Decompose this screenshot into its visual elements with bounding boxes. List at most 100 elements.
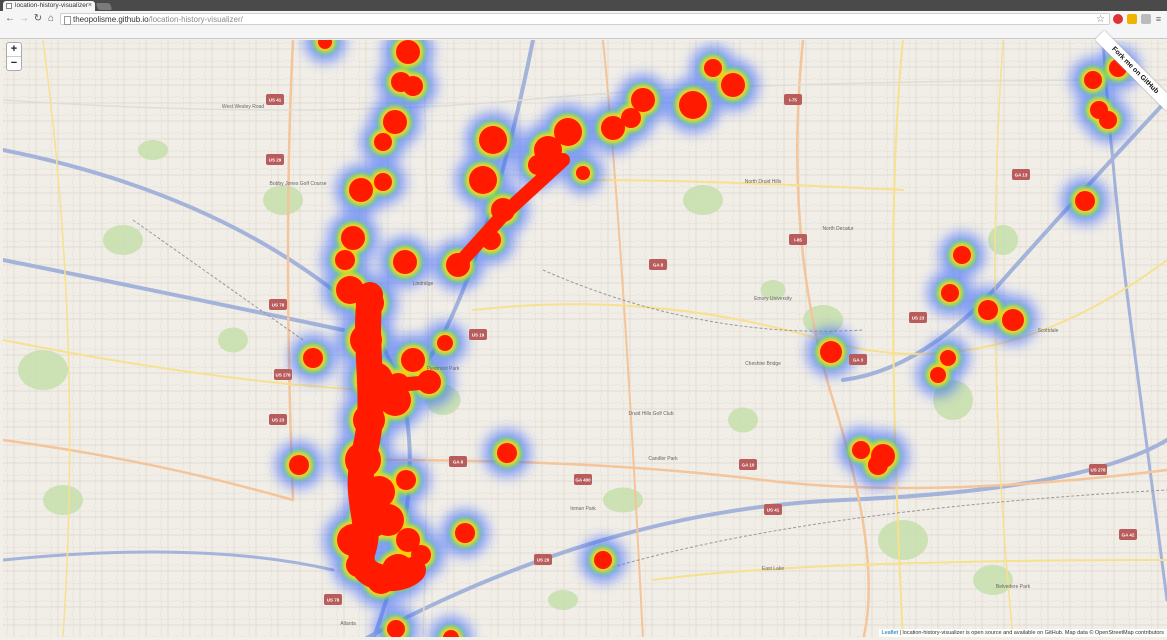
route-shield-label: GA 10 [742,463,755,468]
heat-spot [868,455,888,475]
route-shield-label: US 78 [327,598,340,603]
park-area [988,225,1018,255]
place-label: Scottdale [1038,328,1059,334]
route-shield-label: GA 3 [853,358,864,363]
url-path: /location-history-visualizer/ [148,15,243,24]
page-icon [64,16,71,25]
route-shield-label: GA 400 [575,478,591,483]
park-area [548,590,578,610]
zoom-out-button[interactable]: − [7,57,21,70]
bookmark-bar [0,28,1167,38]
heat-spot [1084,71,1102,89]
heat-spot [374,173,392,191]
route-shield-label: I-75 [789,98,797,103]
park-area [263,185,303,215]
route-shield-label: US 29 [537,558,550,563]
heat-spot [396,40,420,64]
zoom-control: + − [6,42,22,71]
heat-spot [704,59,722,77]
route-shield-label: US 278 [1090,468,1106,473]
place-label: Piedmont Park [427,366,460,372]
leaflet-link[interactable]: Leaflet [882,630,899,636]
heat-spot [303,348,323,368]
heat-spot [1002,309,1024,331]
heat-spot [721,73,745,97]
place-label: Druid Hills Golf Club [628,411,673,417]
heat-spot [820,341,842,363]
heat-spot [393,250,417,274]
heat-spot [576,166,590,180]
route-shield-label: US 29 [269,158,282,163]
heat-spot [621,108,641,128]
heat-spot [341,226,365,250]
forward-button[interactable]: → [18,13,30,25]
heat-spot [1099,111,1117,129]
route-shield-label: US 23 [912,316,925,321]
bookmark-star-icon[interactable]: ☆ [1096,14,1105,26]
place-label: North Druid Hills [745,179,782,185]
park-area [683,185,723,215]
adblock-extension-icon[interactable] [1113,14,1123,24]
park-area [138,140,168,160]
map-attribution: Leaflet | location-history-visualizer is… [878,629,1167,637]
extension-icon[interactable] [1141,14,1151,24]
route-shield-label: US 41 [767,508,780,513]
menu-icon[interactable]: ≡ [1154,14,1163,24]
bookmark-extension-icon[interactable] [1127,14,1137,24]
heat-spot [401,348,425,372]
heat-spot [930,367,946,383]
place-label: West Wesley Road [222,104,265,110]
route-shield-label: GA 42 [1122,533,1135,538]
browser-tab[interactable]: location-history-visualizer × [3,1,95,11]
heat-spot [852,441,870,459]
url-host: theopolisme.github.io [73,15,149,24]
heat-spot [679,91,707,119]
place-label: East Lake [762,566,784,572]
tab-strip: location-history-visualizer × [0,0,1167,11]
heat-spot [941,284,959,302]
place-label: Emory University [754,296,792,302]
heat-spot [349,178,373,202]
reload-button[interactable]: ↻ [32,13,44,25]
heat-spot [383,110,407,134]
address-bar[interactable]: theopolisme.github.io/location-history-v… [60,13,1110,25]
place-label: Cheshire Bridge [745,361,781,367]
heat-spot [479,126,507,154]
zoom-in-button[interactable]: + [7,43,21,57]
page-favicon-icon [6,3,12,9]
route-shield-label: I-85 [794,238,802,243]
new-tab-button[interactable] [95,3,113,10]
back-button[interactable]: ← [4,13,16,25]
tab-close-icon[interactable]: × [88,1,92,11]
heat-spot [631,88,655,112]
heat-spot [978,300,998,320]
tab-title: location-history-visualizer [15,2,88,9]
heat-spot [289,455,309,475]
heat-spot [374,133,392,151]
park-area [103,225,143,255]
heat-spot [497,443,517,463]
park-area [878,520,928,560]
place-label: Belvedere Park [996,584,1031,590]
place-label: North Decatur [822,226,853,232]
route-shield-label: US 23 [272,418,285,423]
place-label: Candler Park [648,456,678,462]
place-label: Lindridge [413,281,434,287]
heat-spot [455,523,475,543]
park-area [728,407,758,433]
attribution-text: | location-history-visualizer is open so… [898,630,1164,636]
map-canvas[interactable]: Scottdale North Druid Hills North Decatur D… [3,40,1167,637]
route-shield-label: US 78 [272,303,285,308]
heat-spot [403,76,423,96]
heat-trunk [388,375,440,392]
place-label: Bobby Jones Golf Course [270,181,327,187]
park-area [218,327,248,353]
route-shield-label: GA 8 [453,460,464,465]
place-label: Inman Park [570,506,596,512]
route-shield-label: US 41 [269,98,282,103]
heatmap-map[interactable]: Scottdale North Druid Hills North Decatur D… [3,40,1167,637]
home-button[interactable]: ⌂ [45,13,57,25]
browser-chrome: location-history-visualizer × ← → ↻ ⌂ th… [0,0,1167,39]
heat-spot [594,551,612,569]
park-area [18,350,68,390]
